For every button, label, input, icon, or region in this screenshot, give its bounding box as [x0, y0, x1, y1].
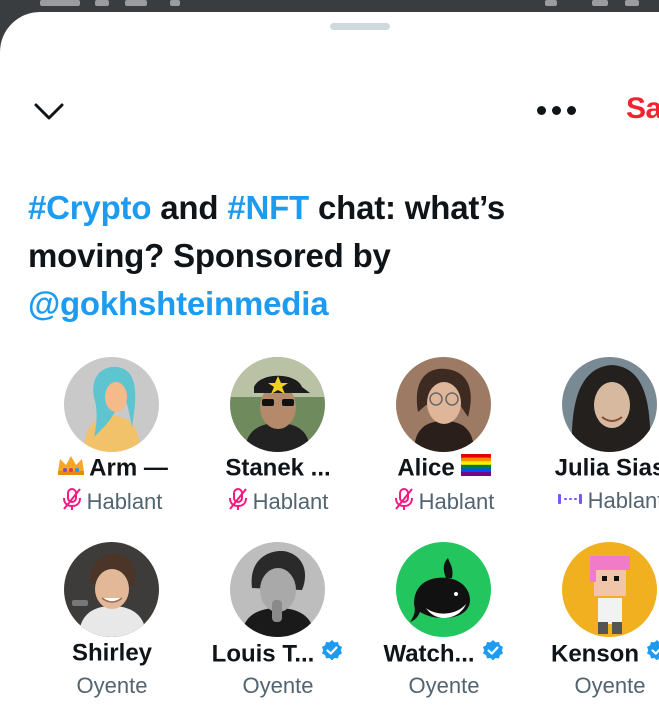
participant-8[interactable]: Kenson Oyente: [525, 542, 659, 712]
avatar: [230, 357, 325, 452]
verified-badge-icon: [481, 639, 505, 670]
participant-name: Julia Sias: [554, 454, 659, 482]
participant-role: Hablant: [525, 487, 659, 514]
participant-name: Shirley: [71, 639, 153, 667]
mic-off-icon: [62, 487, 82, 517]
participant-role: Oyente: [574, 673, 646, 699]
avatar: [562, 357, 657, 452]
participant-role: Oyente: [408, 673, 480, 699]
participant-5[interactable]: Shirley Oyente: [27, 542, 197, 712]
participant-role: Oyente: [242, 673, 314, 699]
avatar: [230, 542, 325, 637]
mic-off-icon: [394, 487, 414, 517]
mention-gokhshteinmedia[interactable]: @gokhshteinmedia: [28, 285, 329, 322]
participant-name: Alice: [349, 454, 539, 483]
avatar: [396, 542, 491, 637]
verified-badge-icon: [320, 639, 344, 670]
hashtag-crypto[interactable]: #Crypto: [28, 189, 151, 226]
participant-name: Watch...: [349, 639, 539, 670]
participant-name: Arm —: [17, 454, 207, 483]
participant-2[interactable]: Stanek ... Hablant: [193, 357, 363, 527]
participant-name: Louis T...: [183, 639, 373, 670]
space-title: #Crypto and #NFT chat: what’s moving? Sp…: [28, 189, 506, 322]
participant-3[interactable]: Alice Hablant: [359, 357, 529, 527]
participant-name: Stanek ...: [225, 454, 331, 482]
chevron-down-icon: [34, 103, 64, 120]
participant-6[interactable]: Louis T... Oyente: [193, 542, 363, 712]
speaking-wave-icon: [557, 488, 583, 514]
rainbow-flag-icon: [460, 454, 491, 483]
mic-off-icon: [228, 487, 248, 517]
participant-4[interactable]: Julia Sias Hablant: [525, 357, 659, 527]
participant-role: Hablant: [27, 487, 197, 517]
crown-icon: [56, 454, 86, 483]
sheet-drag-handle[interactable]: [330, 23, 390, 30]
more-options-button[interactable]: [535, 100, 579, 120]
verified-badge-icon: [645, 639, 659, 670]
avatar: [396, 357, 491, 452]
avatar: [64, 357, 159, 452]
participant-role: Hablant: [193, 487, 363, 517]
participant-role: Oyente: [76, 673, 148, 699]
avatar: [562, 542, 657, 637]
participant-role: Hablant: [359, 487, 529, 517]
participant-7[interactable]: Watch... Oyente: [359, 542, 529, 712]
participant-name: Kenson: [515, 639, 659, 670]
participant-1[interactable]: Arm — Hablant: [27, 357, 197, 527]
hashtag-nft[interactable]: #NFT: [227, 189, 309, 226]
more-horizontal-icon: [537, 106, 546, 115]
space-sheet: Sa #Crypto and #NFT chat: what’s moving?…: [0, 12, 659, 719]
avatar: [64, 542, 159, 637]
collapse-button[interactable]: [30, 97, 70, 127]
leave-button[interactable]: Sa: [626, 92, 659, 126]
